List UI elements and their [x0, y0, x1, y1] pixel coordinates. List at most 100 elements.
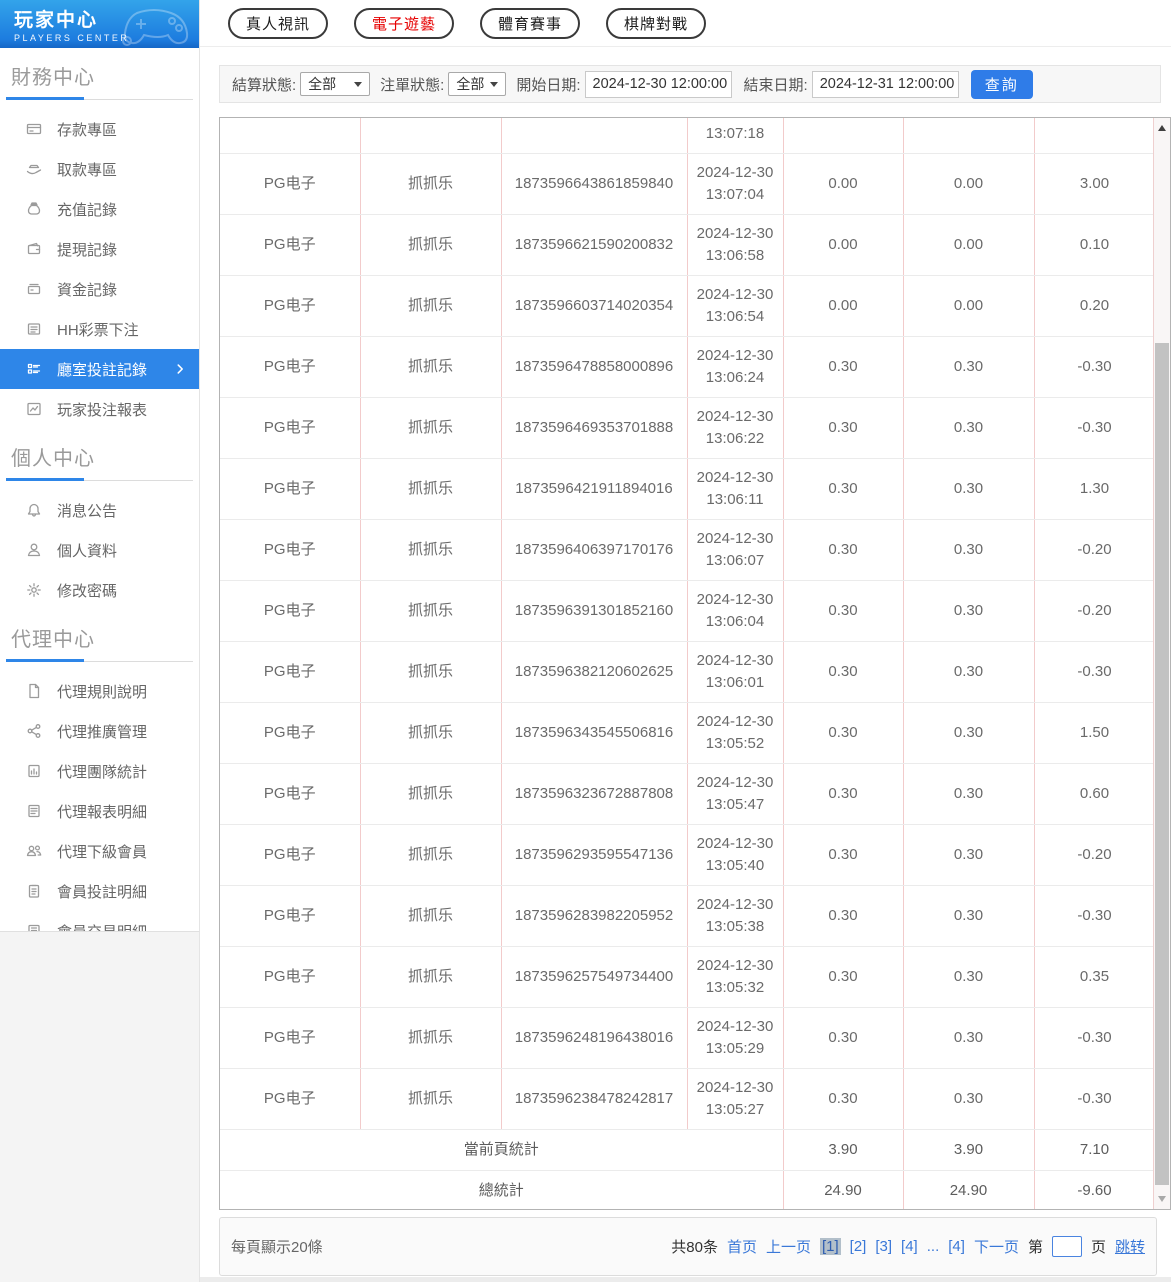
sidebar-item[interactable]: 消息公告	[0, 490, 199, 530]
summary-row: 總統計24.9024.90-9.60	[220, 1170, 1155, 1210]
first-page-link[interactable]: 首页	[727, 1236, 757, 1257]
game-cell: 抓抓乐	[360, 519, 501, 580]
gear-icon	[26, 582, 42, 598]
jump-suffix-text: 页	[1091, 1236, 1106, 1257]
report-stats-icon	[26, 763, 42, 779]
sidebar-section-title: 個人中心	[0, 429, 199, 478]
sidebar-item-label: 廳室投註記錄	[57, 359, 147, 380]
section-divider	[6, 97, 193, 100]
table-scrollbar[interactable]	[1153, 118, 1170, 1209]
sidebar-item-label: 代理報表明細	[57, 801, 147, 822]
tab-active[interactable]: 電子遊藝	[354, 8, 454, 39]
tab-category[interactable]: 真人視訊	[228, 8, 328, 39]
sidebar-item[interactable]: 廳室投註記錄	[0, 349, 199, 389]
start-date-input[interactable]: 2024-12-30 12:00:00	[585, 71, 732, 98]
platform-cell: PG电子	[220, 275, 360, 336]
win-loss-cell: 0.60	[1034, 763, 1155, 824]
sidebar-item[interactable]: 個人資料	[0, 530, 199, 570]
page-link[interactable]: [4]	[901, 1238, 918, 1255]
page-number-links: [1] [2] [3] [4]... [4]	[820, 1238, 965, 1255]
ledger-icon	[26, 923, 42, 931]
tab-category[interactable]: 體育賽事	[480, 8, 580, 39]
win-loss-cell: 3.00	[1034, 153, 1155, 214]
sidebar-item[interactable]: 代理報表明細	[0, 791, 199, 831]
summary-label-cell: 當前頁統計	[220, 1129, 783, 1170]
next-page-link[interactable]: 下一页	[974, 1236, 1019, 1257]
order-no-cell: 1873596343545506816	[501, 702, 687, 763]
win-loss-cell: -0.30	[1034, 885, 1155, 946]
wallet-icon	[26, 241, 42, 257]
sidebar-item[interactable]: 代理推廣管理	[0, 711, 199, 751]
bet-amount-cell: 0.00	[783, 153, 903, 214]
sidebar-item-label: 代理推廣管理	[57, 721, 147, 742]
sidebar-item[interactable]: 存款專區	[0, 109, 199, 149]
lottery-list-icon	[26, 321, 42, 337]
settle-status-select[interactable]: 全部	[300, 72, 370, 96]
page-link[interactable]: ...	[927, 1238, 940, 1255]
page-link[interactable]: [2]	[850, 1238, 867, 1255]
sidebar-item[interactable]: 代理團隊統計	[0, 751, 199, 791]
table-row: PG电子抓抓乐18735966037140203542024-12-3013:0…	[220, 275, 1155, 336]
page-link-current[interactable]: [1]	[820, 1238, 841, 1255]
sidebar-item[interactable]: 資金記錄	[0, 269, 199, 309]
sidebar-item[interactable]: 會員交易明細	[0, 911, 199, 931]
sidebar-header: 玩家中心 PLAYERS CENTER	[0, 0, 199, 48]
sidebar-item-label: 玩家投注報表	[57, 399, 147, 420]
prev-page-link[interactable]: 上一页	[766, 1236, 811, 1257]
table-row-partial: 13:07:18	[220, 118, 1155, 153]
sidebar-item-label: 消息公告	[57, 500, 117, 521]
time-cell: 2024-12-3013:06:11	[687, 458, 783, 519]
sidebar-item[interactable]: HH彩票下注	[0, 309, 199, 349]
scroll-up-arrow-icon[interactable]	[1158, 125, 1166, 131]
order-no-cell: 1873596469353701888	[501, 397, 687, 458]
jump-page-input[interactable]	[1052, 1236, 1082, 1257]
valid-bet-cell: 0.30	[903, 519, 1034, 580]
jump-button[interactable]: 跳转	[1115, 1236, 1145, 1257]
win-loss-cell: 1.50	[1034, 702, 1155, 763]
time-cell: 2024-12-3013:05:27	[687, 1068, 783, 1129]
game-cell: 抓抓乐	[360, 214, 501, 275]
bet-amount-cell	[783, 118, 903, 153]
table-row: PG电子抓抓乐18735964063971701762024-12-3013:0…	[220, 519, 1155, 580]
bet-amount-cell: 0.30	[783, 641, 903, 702]
order-status-select[interactable]: 全部	[448, 72, 506, 96]
valid-bet-cell: 0.30	[903, 885, 1034, 946]
sidebar-item[interactable]: 修改密碼	[0, 570, 199, 610]
win-loss-cell: 1.30	[1034, 458, 1155, 519]
end-date-input[interactable]: 2024-12-31 12:00:00	[812, 71, 959, 98]
hand-money-icon	[26, 161, 42, 177]
page-link[interactable]: [4]	[948, 1238, 965, 1255]
sidebar-item[interactable]: 代理下級會員	[0, 831, 199, 871]
platform-cell: PG电子	[220, 214, 360, 275]
page-link[interactable]: [3]	[875, 1238, 892, 1255]
main-content: 真人視訊電子遊藝體育賽事棋牌對戰 結算狀態: 全部 注單狀態: 全部 開始日期:…	[200, 0, 1171, 1282]
valid-bet-cell: 0.00	[903, 275, 1034, 336]
scroll-down-arrow-icon[interactable]	[1158, 1196, 1166, 1202]
sidebar-item[interactable]: 玩家投注報表	[0, 389, 199, 429]
sidebar-nav: 財務中心存款專區取款專區充值記錄提現記錄資金記錄HH彩票下注廳室投註記錄玩家投注…	[0, 48, 199, 931]
game-cell: 抓抓乐	[360, 824, 501, 885]
bet-amount-cell: 0.30	[783, 519, 903, 580]
sidebar-item[interactable]: 會員投註明細	[0, 871, 199, 911]
platform-cell	[220, 118, 360, 153]
time-cell: 2024-12-3013:06:58	[687, 214, 783, 275]
tab-category[interactable]: 棋牌對戰	[606, 8, 706, 39]
win-loss-cell: -0.30	[1034, 1007, 1155, 1068]
scrollbar-thumb[interactable]	[1155, 343, 1169, 1185]
summary-win-loss-cell: -9.60	[1034, 1170, 1155, 1210]
sidebar-item[interactable]: 提現記錄	[0, 229, 199, 269]
valid-bet-cell: 0.30	[903, 397, 1034, 458]
valid-bet-cell: 0.30	[903, 702, 1034, 763]
sidebar-item[interactable]: 充值記錄	[0, 189, 199, 229]
user-icon	[26, 542, 42, 558]
sidebar-item[interactable]: 取款專區	[0, 149, 199, 189]
summary-valid-bet-cell: 24.90	[903, 1170, 1034, 1210]
sidebar-item-label: 代理下級會員	[57, 841, 147, 862]
summary-valid-bet-cell: 3.90	[903, 1129, 1034, 1170]
chevron-down-icon	[490, 82, 498, 87]
table-row: PG电子抓抓乐18735962384782428172024-12-3013:0…	[220, 1068, 1155, 1129]
query-button[interactable]: 查詢	[971, 70, 1033, 99]
sidebar-item[interactable]: 代理規則說明	[0, 671, 199, 711]
jump-prefix-text: 第	[1028, 1236, 1043, 1257]
game-cell: 抓抓乐	[360, 641, 501, 702]
